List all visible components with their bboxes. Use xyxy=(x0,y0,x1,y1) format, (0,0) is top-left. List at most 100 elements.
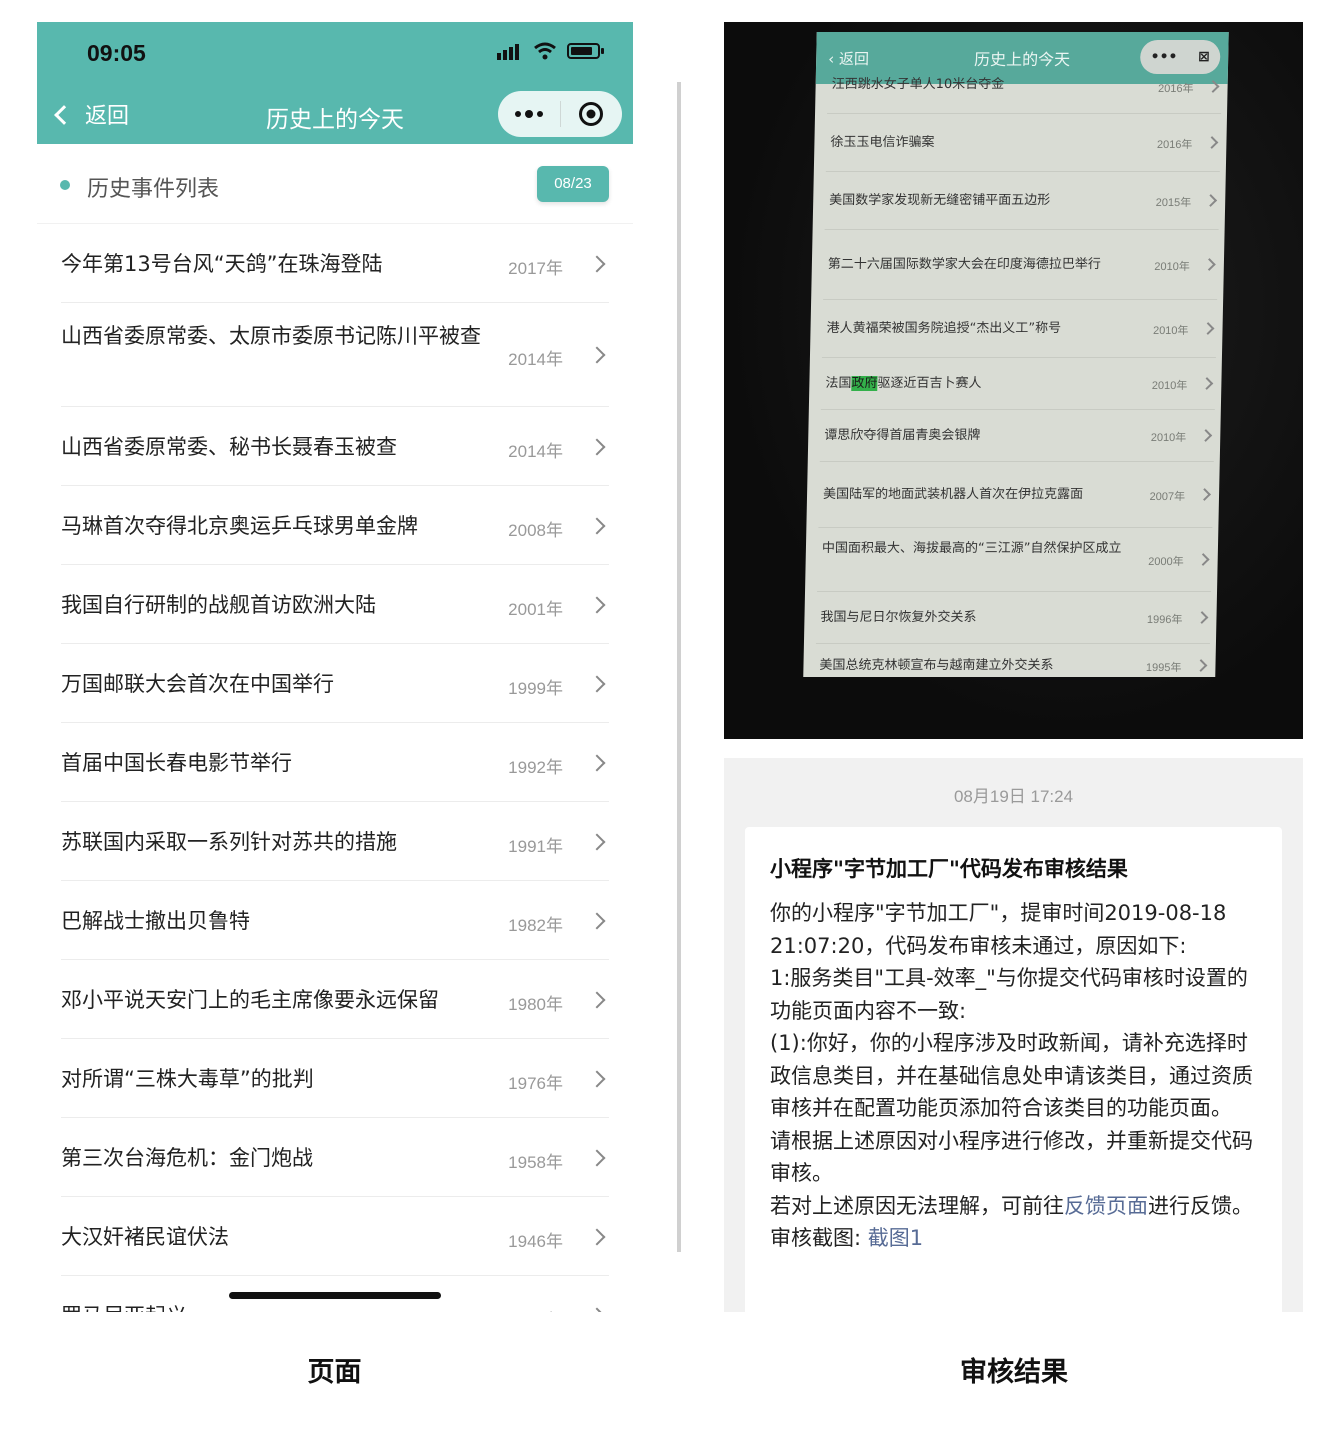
photo-event-row: 徐玉玉电信诈骗案 2016年 xyxy=(825,114,1222,172)
event-year: 1976年 xyxy=(508,1073,563,1093)
chevron-right-icon xyxy=(588,754,606,771)
event-row[interactable]: 马琳首次夺得北京奥运乒乓球男单金牌 2008年 xyxy=(61,486,609,565)
event-year: 2014年 xyxy=(508,441,563,461)
mini-program-page-screenshot: 09:05 返回 历史上的今天 历史事件列表 08/23 今年第13号台风“天鸽… xyxy=(37,22,633,1312)
photo-event-row: 第二十六届国际数学家大会在印度海德拉巴举行 2010年 xyxy=(823,230,1219,300)
caption-page-text: 页面 xyxy=(307,1357,362,1388)
photo-event-title: 谭思欣夺得首届青奥会银牌 xyxy=(824,428,981,443)
photo-event-year: 2007年 xyxy=(1149,491,1186,503)
event-row[interactable]: 苏联国内采取一系列针对苏共的措施 1991年 xyxy=(61,802,609,881)
screenshot-link[interactable]: 截图1 xyxy=(868,1226,923,1250)
photo-event-title: 中国面积最大、海拔最高的“三江源”自然保护区成立 xyxy=(821,541,1122,556)
event-year: 1958年 xyxy=(508,1152,563,1172)
message-line: 1:服务类目"工具-效率_"与你提交代码审核时设置的功能页面内容不一致: xyxy=(770,966,1248,1023)
message-line: 你的小程序"字节加工厂"，提审时间2019-08-18 21:07:20，代码发… xyxy=(770,901,1227,958)
chevron-right-icon xyxy=(588,517,606,534)
more-dots-icon xyxy=(514,110,543,118)
chevron-right-icon xyxy=(588,1228,606,1245)
review-message: 08月19日 17:24 小程序"字节加工厂"代码发布审核结果 你的小程序"字节… xyxy=(724,758,1303,1312)
event-row[interactable]: 山西省委原常委、太原市委原书记陈川平被查 2014年 xyxy=(61,303,609,407)
chevron-right-icon xyxy=(588,1149,606,1166)
review-photo: ‹ 返回 历史上的今天 ••• ⊠ 汪西跳水女子单人10米台夺金 2016年 徐玉玉电… xyxy=(724,22,1303,739)
event-year: 1982年 xyxy=(508,915,563,935)
photo-event-year: 1996年 xyxy=(1146,614,1183,626)
message-line: 请根据上述原因对小程序进行修改，并重新提交代码审核。 xyxy=(770,1128,1253,1186)
photo-event-row: 谭思欣夺得首届青奥会银牌 2010年 xyxy=(819,410,1215,462)
event-row[interactable]: 万国邮联大会首次在中国举行 1999年 xyxy=(61,644,609,723)
event-row[interactable]: 首届中国长春电影节举行 1992年 xyxy=(61,723,609,802)
screenshot-label: 审核截图: xyxy=(770,1226,868,1250)
event-row[interactable]: 巴解战士撤出贝鲁特 1982年 xyxy=(61,881,609,960)
photo-event-title: 美国数学家发现新无缝密铺平面五边形 xyxy=(829,193,1051,208)
message-card: 小程序"字节加工厂"代码发布审核结果 你的小程序"字节加工厂"，提审时间2019… xyxy=(745,827,1282,1312)
status-bar: 09:05 xyxy=(37,22,633,84)
photo-event-year: 2016年 xyxy=(1156,139,1193,151)
chevron-right-icon xyxy=(1196,553,1210,566)
event-title: 邓小平说天安门上的毛主席像要永远保留 xyxy=(61,988,439,1012)
event-row[interactable]: 邓小平说天安门上的毛主席像要永远保留 1980年 xyxy=(61,960,609,1039)
photo-event-row: 汪西跳水女子单人10米台夺金 2016年 xyxy=(827,77,1222,114)
event-list: 今年第13号台风“天鸽”在珠海登陆 2017年山西省委原常委、太原市委原书记陈川平… xyxy=(37,224,633,1312)
message-title: 小程序"字节加工厂"代码发布审核结果 xyxy=(770,857,1128,881)
event-title: 巴解战士撤出贝鲁特 xyxy=(61,909,250,933)
photo-event-list: 汪西跳水女子单人10米台夺金 2016年 徐玉玉电信诈骗案 2016年 美国数学家发现新… xyxy=(803,77,1227,677)
list-header-label: 历史事件列表 xyxy=(87,177,220,202)
event-year: 1991年 xyxy=(508,836,563,856)
photo-event-title: 美国陆军的地面武装机器人首次在伊拉克露面 xyxy=(822,487,1084,502)
event-year: 2017年 xyxy=(508,258,563,278)
caption-review-result: 审核结果 xyxy=(947,1346,1081,1400)
photo-event-row: 我国与尼日尔恢复外交关系 1996年 xyxy=(815,592,1212,644)
event-title: 苏联国内采取一系列针对苏共的措施 xyxy=(61,830,397,854)
event-title: 山西省委原常委、秘书长聂春玉被查 xyxy=(61,435,397,459)
event-title: 山西省委原常委、太原市委原书记陈川平被查 xyxy=(61,324,481,348)
target-circle-icon xyxy=(579,102,604,126)
home-indicator xyxy=(229,1292,441,1299)
event-year: 1999年 xyxy=(508,678,563,698)
event-title: 首届中国长春电影节举行 xyxy=(61,751,292,775)
chevron-right-icon xyxy=(1201,322,1215,335)
signal-icon xyxy=(497,44,519,60)
photographed-screen: ‹ 返回 历史上的今天 ••• ⊠ 汪西跳水女子单人10米台夺金 2016年 徐玉玉电… xyxy=(803,32,1229,677)
photo-event-year: 2015年 xyxy=(1155,197,1192,209)
photo-title-part: 驱逐近百吉卜赛人 xyxy=(877,376,982,391)
chevron-right-icon xyxy=(588,1307,606,1312)
photo-event-year: 2010年 xyxy=(1150,432,1187,444)
chevron-right-icon xyxy=(1194,659,1208,672)
event-row[interactable]: 山西省委原常委、秘书长聂春玉被查 2014年 xyxy=(61,407,609,486)
chevron-right-icon xyxy=(1204,194,1218,207)
photo-event-row: 美国数学家发现新无缝密铺平面五边形 2015年 xyxy=(824,172,1220,230)
event-year: 1946年 xyxy=(508,1231,563,1251)
event-title: 万国邮联大会首次在中国举行 xyxy=(61,672,334,696)
wifi-icon xyxy=(534,42,556,60)
list-header: 历史事件列表 08/23 xyxy=(37,144,633,224)
feedback-page-link[interactable]: 反馈页面 xyxy=(1064,1194,1148,1218)
chevron-right-icon xyxy=(1200,377,1214,390)
message-line: 审核截图: 截图1 xyxy=(770,1222,1262,1255)
event-row[interactable]: 对所谓“三株大毒草”的批判 1976年 xyxy=(61,1039,609,1118)
photo-event-row: 美国总统克林顿宣布与越南建立外交关系 1995年 xyxy=(815,644,1210,677)
close-miniprogram-button[interactable] xyxy=(561,91,623,137)
event-row[interactable]: 大汉奸褚民谊伏法 1946年 xyxy=(61,1197,609,1276)
photo-event-year: 2010年 xyxy=(1154,261,1190,273)
event-row[interactable]: 今年第13号台风“天鸽”在珠海登陆 2017年 xyxy=(61,224,609,303)
more-button[interactable] xyxy=(498,91,560,137)
event-row[interactable]: 我国自行研制的战舰首访欧洲大陆 2001年 xyxy=(61,565,609,644)
photo-close-icon: ⊠ xyxy=(1197,49,1211,65)
event-year: 2008年 xyxy=(508,520,563,540)
event-year: 2001年 xyxy=(508,599,563,619)
chevron-right-icon xyxy=(588,833,606,850)
event-title: 第三次台海危机：金门炮战 xyxy=(61,1146,313,1170)
date-badge[interactable]: 08/23 xyxy=(537,166,609,202)
chevron-right-icon xyxy=(1195,611,1209,624)
photo-event-year: 1995年 xyxy=(1145,662,1182,674)
chevron-right-icon xyxy=(588,991,606,1008)
photo-event-row: 港人黄福荣被国务院追授“杰出义工”称号 2010年 xyxy=(821,300,1218,358)
event-row[interactable]: 第三次台海危机：金门炮战 1958年 xyxy=(61,1118,609,1197)
chevron-right-icon xyxy=(588,1070,606,1087)
feedback-prefix: 若对上述原因无法理解，可前往 xyxy=(770,1193,1064,1218)
nav-bar: 返回 历史上的今天 xyxy=(37,84,633,144)
scroll-divider xyxy=(677,82,681,1252)
event-title: 对所谓“三株大毒草”的批判 xyxy=(61,1067,314,1091)
event-title: 今年第13号台风“天鸽”在珠海登陆 xyxy=(61,252,383,276)
message-line: 若对上述原因无法理解，可前往反馈页面进行反馈。 xyxy=(770,1190,1262,1223)
